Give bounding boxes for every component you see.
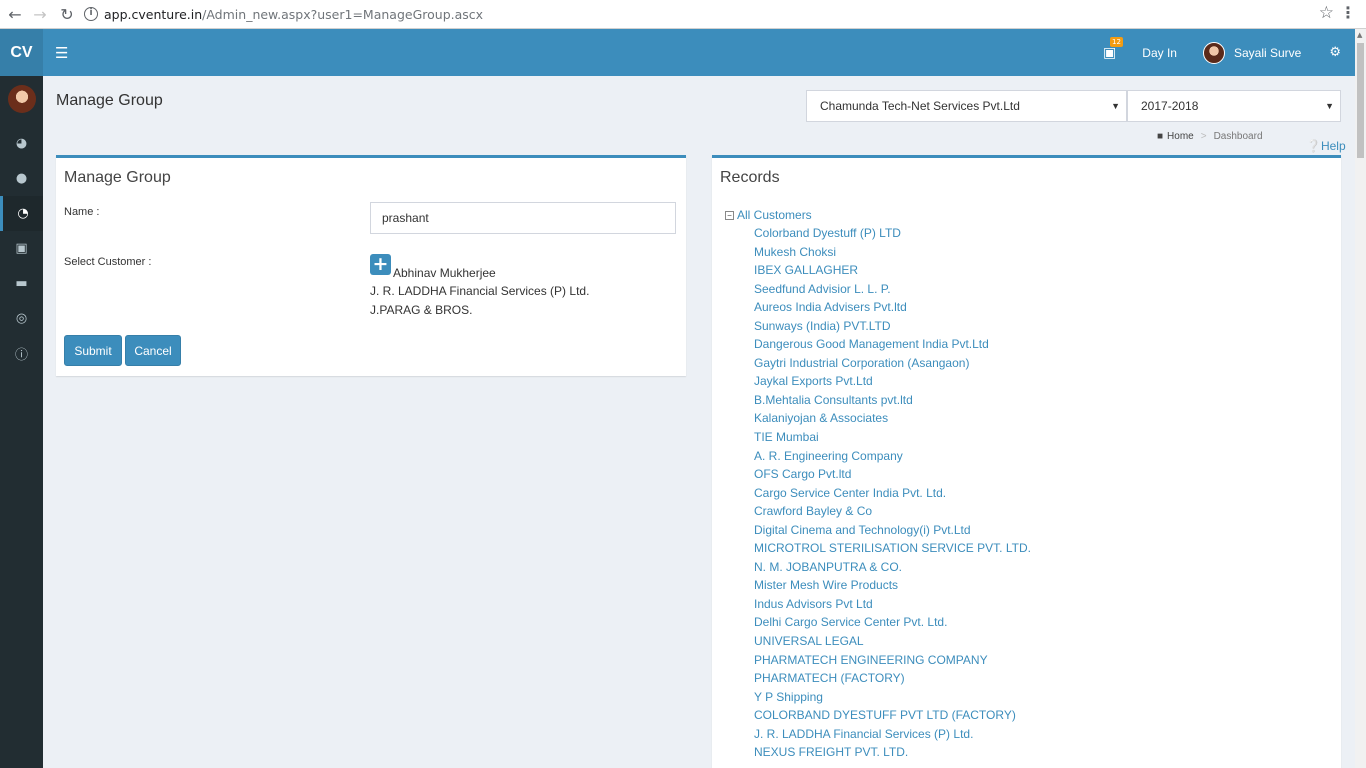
caret-down-icon: ▼ — [1111, 101, 1120, 111]
forward-arrow-icon[interactable]: → — [29, 3, 51, 25]
customer-tree-item[interactable]: Delhi Cargo Service Center Pvt. Ltd. — [754, 613, 1031, 632]
scroll-up-arrow-icon[interactable]: ▲ — [1357, 31, 1362, 39]
breadcrumb-separator: > — [1200, 131, 1207, 142]
name-input[interactable] — [370, 202, 676, 234]
notifications-button[interactable]: ▣ 12 — [1103, 36, 1123, 61]
breadcrumb-home[interactable]: Home — [1167, 131, 1194, 142]
customer-tree-item[interactable]: Mister Mesh Wire Products — [754, 576, 1031, 595]
customer-tree-item[interactable]: IBEX GALLAGHER — [754, 261, 1031, 280]
customer-tree-item[interactable]: NEXUS FREIGHT PVT. LTD. — [754, 743, 1031, 762]
question-circle-icon: ❔ — [1306, 139, 1321, 153]
notification-badge: 12 — [1110, 36, 1123, 47]
app-logo[interactable]: CV — [0, 29, 43, 76]
url-host: app.cventure.in — [104, 6, 203, 22]
tree-root-label[interactable]: All Customers — [737, 208, 812, 222]
page-title: Manage Group — [56, 92, 163, 109]
menu-icon[interactable]: ☰ — [55, 44, 68, 62]
browser-toolbar: ← → ↻ i app.cventure.in/Admin_new.aspx?u… — [0, 0, 1366, 29]
selected-customer-item: J. R. LADDHA Financial Services (P) Ltd. — [370, 284, 590, 298]
bookmark-star-icon[interactable]: ☆ — [1319, 3, 1334, 23]
url-path: /Admin_new.aspx?user1=ManageGroup.ascx — [202, 6, 484, 22]
user-name[interactable]: Sayali Surve — [1234, 46, 1301, 60]
day-in-button[interactable]: Day In — [1142, 46, 1177, 60]
customer-tree-item[interactable]: J. R. LADDHA Financial Services (P) Ltd. — [754, 725, 1031, 744]
tree-root[interactable]: − All Customers — [725, 208, 812, 222]
cart-icon[interactable]: ▣ — [0, 231, 43, 266]
user-avatar[interactable] — [1202, 41, 1225, 64]
company-select[interactable]: Chamunda Tech-Net Services Pvt.Ltd ▼ — [806, 90, 1127, 122]
records-title: Records — [720, 169, 780, 186]
customer-tree-item[interactable]: Mukesh Choksi — [754, 243, 1031, 262]
caret-down-icon: ▼ — [1325, 101, 1334, 111]
address-bar[interactable]: i app.cventure.in/Admin_new.aspx?user1=M… — [84, 3, 1344, 25]
customer-tree-item[interactable]: MICROTROL STERILISATION SERVICE PVT. LTD… — [754, 539, 1031, 558]
customer-tree-item[interactable]: Aureos India Advisers Pvt.ltd — [754, 298, 1031, 317]
customer-tree-item[interactable]: Dangerous Good Management India Pvt.Ltd — [754, 335, 1031, 354]
customer-tree-item[interactable]: Indus Advisors Pvt Ltd — [754, 595, 1031, 614]
customer-tree-item[interactable]: Crawford Bayley & Co — [754, 502, 1031, 521]
site-info-icon[interactable]: i — [84, 7, 98, 21]
name-label: Name : — [64, 206, 100, 218]
cancel-button[interactable]: Cancel — [125, 335, 181, 366]
pie-chart-icon[interactable]: ◔ — [0, 196, 43, 231]
breadcrumb-current: Dashboard — [1213, 131, 1263, 142]
manage-group-title: Manage Group — [64, 169, 171, 186]
sidebar-avatar — [7, 85, 36, 113]
scroll-thumb[interactable] — [1357, 43, 1364, 158]
customer-tree-list: Colorband Dyestuff (P) LTD Mukesh Choksi I… — [754, 224, 1031, 762]
customer-tree-item[interactable]: Kalaniyojan & Associates — [754, 409, 1031, 428]
customer-tree-item[interactable]: OFS Cargo Pvt.ltd — [754, 465, 1031, 484]
selected-customer-item: Abhinav Mukherjee — [393, 266, 496, 280]
reload-icon[interactable]: ↻ — [56, 3, 78, 25]
customer-tree-item[interactable]: A. R. Engineering Company — [754, 447, 1031, 466]
customer-tree-item[interactable]: PHARMATECH ENGINEERING COMPANY — [754, 651, 1031, 670]
info-icon[interactable]: ⓘ — [0, 336, 43, 371]
customer-tree-item[interactable]: TIE Mumbai — [754, 428, 1031, 447]
life-ring-icon[interactable]: ◎ — [0, 301, 43, 336]
user-icon[interactable]: ● — [0, 161, 43, 196]
manage-group-panel: Manage Group Name : Select Customer : + … — [56, 155, 686, 376]
customer-tree-item[interactable]: Jaykal Exports Pvt.Ltd — [754, 372, 1031, 391]
company-select-value: Chamunda Tech-Net Services Pvt.Ltd — [820, 99, 1020, 113]
collapse-icon[interactable]: − — [725, 210, 734, 220]
bell-icon: ▣ — [1103, 44, 1117, 61]
sidebar: ◕ ● ◔ ▣ ▬ ◎ ⓘ — [0, 76, 43, 768]
breadcrumb: ■ Home > Dashboard — [1157, 131, 1263, 142]
customer-tree-item[interactable]: Gaytri Industrial Corporation (Asangaon) — [754, 354, 1031, 373]
customer-tree-item[interactable]: Digital Cinema and Technology(i) Pvt.Ltd — [754, 521, 1031, 540]
selected-customer-item: J.PARAG & BROS. — [370, 303, 473, 317]
customer-tree-item[interactable]: PHARMATECH (FACTORY) — [754, 669, 1031, 688]
cogs-icon[interactable]: ⚙ — [1329, 45, 1341, 60]
customer-tree-item[interactable]: Cargo Service Center India Pvt. Ltd. — [754, 484, 1031, 503]
help-label: Help — [1320, 139, 1346, 153]
plus-icon: + — [372, 253, 389, 275]
app-header: CV ☰ ▣ 12 Day In Sayali Surve ⚙ — [0, 29, 1355, 76]
add-customer-button[interactable]: + — [370, 254, 391, 275]
submit-button[interactable]: Submit — [64, 335, 122, 366]
records-panel: Records − All Customers Colorband Dyestu… — [712, 155, 1341, 768]
year-select-value: 2017-2018 — [1141, 99, 1199, 113]
customer-tree-item[interactable]: Y P Shipping — [754, 688, 1031, 707]
dashboard-icon[interactable]: ◕ — [0, 126, 43, 161]
customer-tree-item[interactable]: N. M. JOBANPUTRA & CO. — [754, 558, 1031, 577]
customer-tree-item[interactable]: Colorband Dyestuff (P) LTD — [754, 224, 1031, 243]
customer-tree-item[interactable]: UNIVERSAL LEGAL — [754, 632, 1031, 651]
help-link[interactable]: ❔Help — [1306, 139, 1346, 153]
header-right: ▣ 12 Day In Sayali Surve ⚙ — [1103, 29, 1355, 76]
customer-tree-item[interactable]: B.Mehtalia Consultants pvt.ltd — [754, 391, 1031, 410]
browser-menu-icon[interactable]: ⋮ — [1340, 3, 1356, 22]
customer-tree-item[interactable]: Sunways (India) PVT.LTD — [754, 317, 1031, 336]
credit-card-icon[interactable]: ▬ — [0, 266, 43, 301]
page-scrollbar[interactable]: ▲ — [1355, 29, 1366, 768]
select-customer-label: Select Customer : — [64, 256, 152, 268]
home-icon: ■ — [1157, 131, 1164, 142]
customer-tree-item[interactable]: Seedfund Advisior L. L. P. — [754, 280, 1031, 299]
customer-tree-item[interactable]: COLORBAND DYESTUFF PVT LTD (FACTORY) — [754, 706, 1031, 725]
back-arrow-icon[interactable]: ← — [4, 3, 26, 25]
year-select[interactable]: 2017-2018 ▼ — [1127, 90, 1341, 122]
